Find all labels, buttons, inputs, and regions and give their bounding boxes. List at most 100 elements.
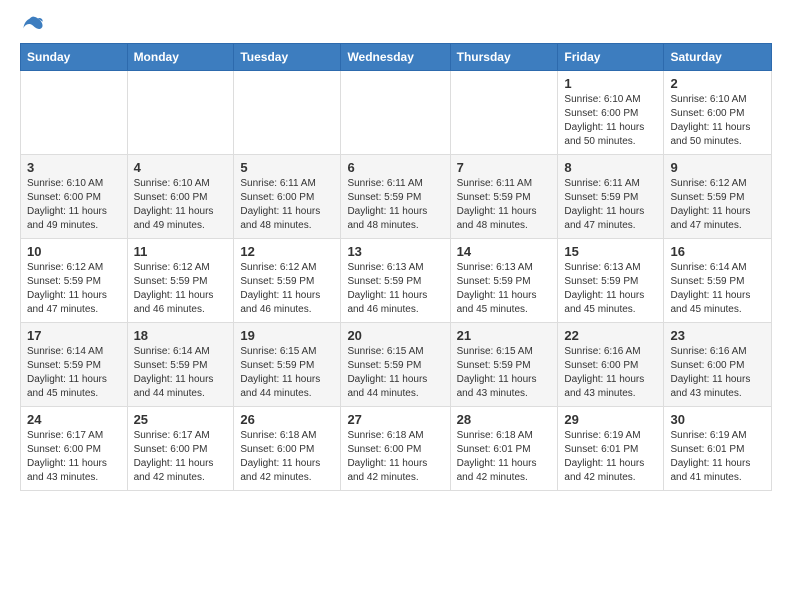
calendar-cell: 5Sunrise: 6:11 AM Sunset: 6:00 PM Daylig… <box>234 155 341 239</box>
calendar-cell: 12 Sunrise: 6:12 AM Sunset: 5:59 PM Dayli… <box>234 239 341 323</box>
day-info: Sunrise: 6:18 AM Sunset: 6:00 PM Dayligh… <box>240 429 334 485</box>
calendar-cell: 21Sunrise: 6:15 AM Sunset: 5:59 PM Dayli… <box>450 323 558 407</box>
calendar-cell: 7 Sunrise: 6:11 AM Sunset: 5:59 PM Daylig… <box>450 155 558 239</box>
day-info: Sunrise: 6:13 AM Sunset: 5:59 PM Dayligh… <box>457 261 552 317</box>
day-info: Sunrise: 6:19 AM Sunset: 6:01 PM Dayligh… <box>670 429 765 485</box>
calendar: SundayMondayTuesdayWednesdayThursdayFrid… <box>20 43 772 491</box>
calendar-cell: 30 Sunrise: 6:19 AM Sunset: 6:01 PM Dayli… <box>664 407 772 491</box>
day-number: 8 <box>564 160 657 175</box>
day-info: Sunrise: 6:18 AM Sunset: 6:00 PM Dayligh… <box>347 429 443 485</box>
calendar-cell: 6 Sunrise: 6:11 AM Sunset: 5:59 PM Daylig… <box>341 155 450 239</box>
weekday-header-sunday: Sunday <box>21 44 128 71</box>
calendar-cell: 19 Sunrise: 6:15 AM Sunset: 5:59 PM Dayli… <box>234 323 341 407</box>
logo <box>20 15 46 33</box>
day-number: 20 <box>347 328 443 343</box>
page: SundayMondayTuesdayWednesdayThursdayFrid… <box>0 0 792 506</box>
calendar-cell <box>450 71 558 155</box>
day-number: 21 <box>457 328 552 343</box>
day-number: 29 <box>564 412 657 427</box>
calendar-cell: 20 Sunrise: 6:15 AM Sunset: 5:59 PM Dayli… <box>341 323 450 407</box>
day-info: Sunrise: 6:15 AM Sunset: 5:59 PM Dayligh… <box>240 345 334 401</box>
calendar-week-row: 1 Sunrise: 6:10 AM Sunset: 6:00 PM Daylig… <box>21 71 772 155</box>
day-number: 11 <box>134 244 228 259</box>
calendar-cell: 15 Sunrise: 6:13 AM Sunset: 5:59 PM Dayli… <box>558 239 664 323</box>
day-info: Sunrise: 6:17 AM Sunset: 6:00 PM Dayligh… <box>134 429 228 485</box>
day-info: Sunrise: 6:11 AM Sunset: 5:59 PM Dayligh… <box>564 177 657 233</box>
calendar-cell <box>127 71 234 155</box>
calendar-cell: 16Sunrise: 6:14 AM Sunset: 5:59 PM Dayli… <box>664 239 772 323</box>
day-info: Sunrise: 6:17 AM Sunset: 6:00 PM Dayligh… <box>27 429 121 485</box>
calendar-cell: 18 Sunrise: 6:14 AM Sunset: 5:59 PM Dayli… <box>127 323 234 407</box>
day-info: Sunrise: 6:13 AM Sunset: 5:59 PM Dayligh… <box>347 261 443 317</box>
day-number: 9 <box>670 160 765 175</box>
calendar-cell: 2 Sunrise: 6:10 AM Sunset: 6:00 PM Daylig… <box>664 71 772 155</box>
calendar-cell: 14 Sunrise: 6:13 AM Sunset: 5:59 PM Dayli… <box>450 239 558 323</box>
day-number: 18 <box>134 328 228 343</box>
weekday-header-tuesday: Tuesday <box>234 44 341 71</box>
calendar-cell: 13 Sunrise: 6:13 AM Sunset: 5:59 PM Dayli… <box>341 239 450 323</box>
day-number: 24 <box>27 412 121 427</box>
day-number: 26 <box>240 412 334 427</box>
calendar-cell: 9Sunrise: 6:12 AM Sunset: 5:59 PM Daylig… <box>664 155 772 239</box>
calendar-cell <box>341 71 450 155</box>
day-number: 30 <box>670 412 765 427</box>
day-info: Sunrise: 6:11 AM Sunset: 5:59 PM Dayligh… <box>347 177 443 233</box>
day-info: Sunrise: 6:14 AM Sunset: 5:59 PM Dayligh… <box>134 345 228 401</box>
calendar-cell: 22 Sunrise: 6:16 AM Sunset: 6:00 PM Dayli… <box>558 323 664 407</box>
calendar-cell: 24 Sunrise: 6:17 AM Sunset: 6:00 PM Dayli… <box>21 407 128 491</box>
day-number: 25 <box>134 412 228 427</box>
calendar-cell: 8 Sunrise: 6:11 AM Sunset: 5:59 PM Daylig… <box>558 155 664 239</box>
day-number: 14 <box>457 244 552 259</box>
day-info: Sunrise: 6:19 AM Sunset: 6:01 PM Dayligh… <box>564 429 657 485</box>
day-number: 28 <box>457 412 552 427</box>
weekday-header-row: SundayMondayTuesdayWednesdayThursdayFrid… <box>21 44 772 71</box>
calendar-week-row: 10 Sunrise: 6:12 AM Sunset: 5:59 PM Dayli… <box>21 239 772 323</box>
day-info: Sunrise: 6:14 AM Sunset: 5:59 PM Dayligh… <box>670 261 765 317</box>
calendar-cell: 26 Sunrise: 6:18 AM Sunset: 6:00 PM Dayli… <box>234 407 341 491</box>
calendar-cell: 11 Sunrise: 6:12 AM Sunset: 5:59 PM Dayli… <box>127 239 234 323</box>
weekday-header-thursday: Thursday <box>450 44 558 71</box>
calendar-cell: 17Sunrise: 6:14 AM Sunset: 5:59 PM Dayli… <box>21 323 128 407</box>
calendar-week-row: 17Sunrise: 6:14 AM Sunset: 5:59 PM Dayli… <box>21 323 772 407</box>
day-info: Sunrise: 6:15 AM Sunset: 5:59 PM Dayligh… <box>347 345 443 401</box>
day-number: 13 <box>347 244 443 259</box>
calendar-cell: 27 Sunrise: 6:18 AM Sunset: 6:00 PM Dayli… <box>341 407 450 491</box>
day-number: 7 <box>457 160 552 175</box>
day-number: 2 <box>670 76 765 91</box>
calendar-cell: 29 Sunrise: 6:19 AM Sunset: 6:01 PM Dayli… <box>558 407 664 491</box>
day-info: Sunrise: 6:12 AM Sunset: 5:59 PM Dayligh… <box>240 261 334 317</box>
day-number: 10 <box>27 244 121 259</box>
calendar-cell: 25 Sunrise: 6:17 AM Sunset: 6:00 PM Dayli… <box>127 407 234 491</box>
day-number: 23 <box>670 328 765 343</box>
calendar-cell: 28Sunrise: 6:18 AM Sunset: 6:01 PM Dayli… <box>450 407 558 491</box>
day-number: 27 <box>347 412 443 427</box>
day-info: Sunrise: 6:16 AM Sunset: 6:00 PM Dayligh… <box>564 345 657 401</box>
weekday-header-friday: Friday <box>558 44 664 71</box>
calendar-week-row: 24 Sunrise: 6:17 AM Sunset: 6:00 PM Dayli… <box>21 407 772 491</box>
day-info: Sunrise: 6:14 AM Sunset: 5:59 PM Dayligh… <box>27 345 121 401</box>
calendar-cell <box>234 71 341 155</box>
weekday-header-wednesday: Wednesday <box>341 44 450 71</box>
day-number: 6 <box>347 160 443 175</box>
day-info: Sunrise: 6:12 AM Sunset: 5:59 PM Dayligh… <box>134 261 228 317</box>
day-info: Sunrise: 6:13 AM Sunset: 5:59 PM Dayligh… <box>564 261 657 317</box>
day-info: Sunrise: 6:11 AM Sunset: 5:59 PM Dayligh… <box>457 177 552 233</box>
day-number: 19 <box>240 328 334 343</box>
day-info: Sunrise: 6:12 AM Sunset: 5:59 PM Dayligh… <box>27 261 121 317</box>
calendar-cell: 3Sunrise: 6:10 AM Sunset: 6:00 PM Daylig… <box>21 155 128 239</box>
day-number: 12 <box>240 244 334 259</box>
day-number: 1 <box>564 76 657 91</box>
calendar-body: 1 Sunrise: 6:10 AM Sunset: 6:00 PM Daylig… <box>21 71 772 491</box>
day-number: 15 <box>564 244 657 259</box>
calendar-cell: 10 Sunrise: 6:12 AM Sunset: 5:59 PM Dayli… <box>21 239 128 323</box>
logo-bird-icon <box>22 15 44 33</box>
day-number: 22 <box>564 328 657 343</box>
weekday-header-saturday: Saturday <box>664 44 772 71</box>
calendar-week-row: 3Sunrise: 6:10 AM Sunset: 6:00 PM Daylig… <box>21 155 772 239</box>
calendar-header: SundayMondayTuesdayWednesdayThursdayFrid… <box>21 44 772 71</box>
day-info: Sunrise: 6:10 AM Sunset: 6:00 PM Dayligh… <box>670 93 765 149</box>
calendar-cell: 23Sunrise: 6:16 AM Sunset: 6:00 PM Dayli… <box>664 323 772 407</box>
day-number: 4 <box>134 160 228 175</box>
calendar-cell: 4Sunrise: 6:10 AM Sunset: 6:00 PM Daylig… <box>127 155 234 239</box>
weekday-header-monday: Monday <box>127 44 234 71</box>
